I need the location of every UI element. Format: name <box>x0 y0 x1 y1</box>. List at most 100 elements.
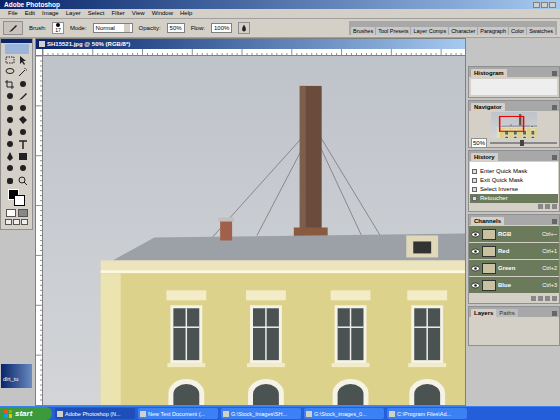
brush-picker[interactable]: 17 <box>52 22 64 34</box>
start-button[interactable]: start <box>0 407 52 420</box>
shape-tool-icon[interactable] <box>17 151 29 162</box>
channel-row[interactable]: GreenCtrl+2 <box>469 260 559 276</box>
drop-tool-icon[interactable] <box>239 23 249 34</box>
screen-mode-icon[interactable] <box>5 219 12 225</box>
panel-menu-icon[interactable] <box>552 155 557 160</box>
taskbar-button[interactable]: Adobe Photoshop (N... <box>55 408 135 419</box>
color-swatches[interactable] <box>6 189 28 207</box>
brush-tool-icon[interactable] <box>17 91 29 102</box>
history-item[interactable]: Retoucher <box>470 194 558 203</box>
hand-tool-icon[interactable] <box>4 175 16 186</box>
history-item[interactable]: Exit Quick Mask <box>470 176 558 185</box>
picker-tool-icon[interactable] <box>17 163 29 174</box>
drop-tool-icon[interactable] <box>4 127 16 138</box>
rect-tool-icon[interactable] <box>4 55 16 66</box>
menu-item[interactable]: Edit <box>25 9 35 18</box>
wand-tool-icon[interactable] <box>17 67 29 78</box>
zoom-slider[interactable] <box>490 142 557 144</box>
lasso-tool-icon[interactable] <box>4 67 16 78</box>
menu-item[interactable]: Image <box>42 9 59 18</box>
channels-tab[interactable]: Channels <box>471 217 504 225</box>
taskbar-button[interactable]: G:\Stock_Images\SH... <box>221 408 301 419</box>
eye-icon[interactable] <box>471 248 480 255</box>
panel-menu-icon[interactable] <box>552 311 557 316</box>
palette-well-tab[interactable]: Paragraph <box>478 27 508 35</box>
channel-action-icon[interactable] <box>531 296 536 301</box>
panel-menu-icon[interactable] <box>552 219 557 224</box>
eye-icon[interactable] <box>471 282 480 289</box>
document-icon <box>39 41 45 47</box>
layers-tab[interactable]: Paths <box>496 309 517 317</box>
history-action-icon[interactable] <box>538 204 543 209</box>
menu-item[interactable]: Select <box>88 9 105 18</box>
airbrush-button[interactable] <box>238 22 250 34</box>
history-tool-icon[interactable] <box>17 103 29 114</box>
screen-mode-icon[interactable] <box>21 219 28 225</box>
minimized-document[interactable]: dlrt_tu <box>1 364 32 388</box>
knife-tool-icon[interactable] <box>17 79 29 90</box>
navigator-thumbnail[interactable] <box>491 112 537 138</box>
pen-tool-icon[interactable] <box>4 151 16 162</box>
note-tool-icon[interactable] <box>4 163 16 174</box>
channel-row[interactable]: RedCtrl+1 <box>469 243 559 259</box>
palette-well-tab[interactable]: Layer Comps <box>411 27 448 35</box>
palette-well-tab[interactable]: Color <box>509 27 526 35</box>
palette-well-tab[interactable]: Tool Presets <box>376 27 410 35</box>
stamp-tool-icon[interactable] <box>4 103 16 114</box>
quick-mask-icon[interactable] <box>18 209 28 217</box>
document-title-bar[interactable]: SH15521.jpg @ 50% (RGB/8*) <box>36 39 465 49</box>
navigator-zoom[interactable]: 50% <box>471 138 487 148</box>
palette-well-tab[interactable]: Character <box>449 27 477 35</box>
channel-action-icon[interactable] <box>545 296 550 301</box>
panel-menu-icon[interactable] <box>552 71 557 76</box>
channel-action-icon[interactable] <box>552 296 557 301</box>
standard-mode-icon[interactable] <box>6 209 16 217</box>
arrow-tool-icon[interactable] <box>17 55 29 66</box>
window-control-button[interactable] <box>549 2 556 8</box>
tool-preset-picker[interactable] <box>3 21 23 35</box>
window-control-button[interactable] <box>541 2 548 8</box>
eraser-tool-icon[interactable] <box>4 115 16 126</box>
palette-well-tab[interactable]: Swatches <box>527 27 555 35</box>
taskbar-button[interactable]: G:\Stock_images_0... <box>304 408 384 419</box>
bucket-tool-icon[interactable] <box>17 115 29 126</box>
panel-menu-icon[interactable] <box>552 105 557 110</box>
screen-mode-icon[interactable] <box>13 219 20 225</box>
canvas[interactable] <box>43 56 465 405</box>
history-tab[interactable]: History <box>471 153 498 161</box>
crop-tool-icon[interactable] <box>4 79 16 90</box>
menu-item[interactable]: Window <box>152 9 173 18</box>
layers-tab[interactable]: Layers <box>471 309 496 317</box>
path-tool-icon[interactable] <box>4 139 16 150</box>
flow-field[interactable]: 100% <box>211 23 232 33</box>
mode-select[interactable]: Normal <box>93 23 133 33</box>
opacity-field[interactable]: 50% <box>167 23 185 33</box>
zoom-tool-icon[interactable] <box>17 175 29 186</box>
band-tool-icon[interactable] <box>4 91 16 102</box>
toolbox-header[interactable] <box>1 39 32 43</box>
channel-row[interactable]: RGBCtrl+~ <box>469 226 559 242</box>
window-control-button[interactable] <box>533 2 540 8</box>
history-action-icon[interactable] <box>552 204 557 209</box>
eye-icon[interactable] <box>471 231 480 238</box>
text-tool-icon[interactable] <box>17 139 29 150</box>
menu-item[interactable]: Filter <box>111 9 124 18</box>
channel-action-icon[interactable] <box>538 296 543 301</box>
palette-well-tab[interactable]: Brushes <box>351 27 375 35</box>
channel-row[interactable]: BlueCtrl+3 <box>469 277 559 293</box>
brush-tool-icon[interactable] <box>7 23 19 34</box>
history-item[interactable]: Select Inverse <box>470 185 558 194</box>
feather-logo-icon[interactable] <box>5 44 29 54</box>
histogram-tab[interactable]: Histogram <box>471 69 507 77</box>
menu-item[interactable]: View <box>132 9 145 18</box>
eye-icon[interactable] <box>471 265 480 272</box>
navigator-tab[interactable]: Navigator <box>471 103 505 111</box>
menu-item[interactable]: Layer <box>66 9 81 18</box>
menu-item[interactable]: File <box>8 9 18 18</box>
dodge-tool-icon[interactable] <box>17 127 29 138</box>
taskbar-button[interactable]: C:\Program Files\Ad... <box>387 408 467 419</box>
history-item[interactable]: Enter Quick Mask <box>470 167 558 176</box>
history-action-icon[interactable] <box>545 204 550 209</box>
taskbar-button[interactable]: New Text Document (... <box>138 408 218 419</box>
menu-item[interactable]: Help <box>180 9 192 18</box>
